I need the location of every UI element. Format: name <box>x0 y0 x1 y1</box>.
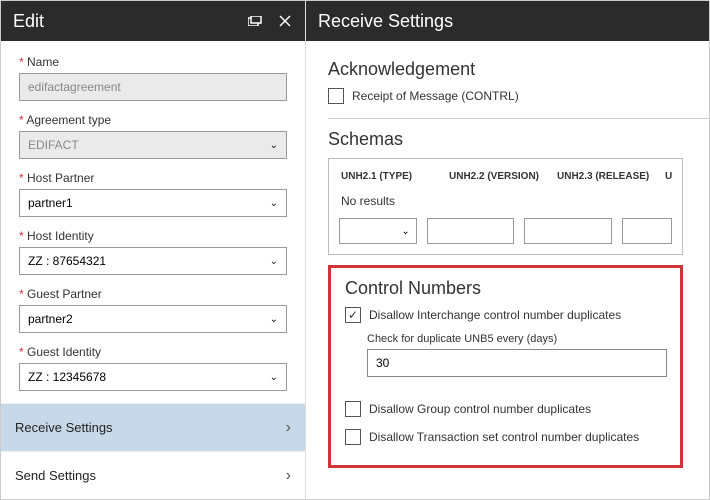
nav-send-settings[interactable]: Send Settings › <box>1 451 305 499</box>
chevron-down-icon: ⌄ <box>401 226 409 237</box>
disallow-interchange-label: Disallow Interchange control number dupl… <box>369 308 621 322</box>
close-icon[interactable] <box>277 13 293 29</box>
nav-receive-label: Receive Settings <box>15 420 113 435</box>
edit-title: Edit <box>13 11 44 32</box>
disallow-interchange-checkbox[interactable] <box>345 307 361 323</box>
ack-title: Acknowledgement <box>328 59 709 80</box>
host-partner-label: Host Partner <box>19 171 287 185</box>
host-identity-select[interactable]: ZZ : 87654321 ⌄ <box>19 247 287 275</box>
receive-title: Receive Settings <box>318 11 453 32</box>
disallow-transaction-label: Disallow Transaction set control number … <box>369 430 639 444</box>
name-value: edifactagreement <box>28 80 121 94</box>
chevron-down-icon: ⌄ <box>270 372 278 383</box>
chevron-down-icon: ⌄ <box>270 314 278 325</box>
chevron-down-icon: ⌄ <box>270 256 278 267</box>
receipt-checkbox[interactable] <box>328 88 344 104</box>
check-unb5-value: 30 <box>376 356 389 370</box>
receive-header: Receive Settings <box>306 1 709 41</box>
schemas-title: Schemas <box>328 129 709 150</box>
control-numbers-callout: Control Numbers Disallow Interchange con… <box>328 265 683 468</box>
guest-partner-value: partner2 <box>28 312 73 326</box>
control-title: Control Numbers <box>345 278 666 299</box>
col-unh22: UNH2.2 (VERSION) <box>449 171 539 182</box>
schema-release-input[interactable] <box>524 218 612 244</box>
col-unh21: UNH2.1 (TYPE) <box>341 171 431 182</box>
edit-header: Edit <box>1 1 305 41</box>
agreement-type-select: EDIFACT ⌄ <box>19 131 287 159</box>
check-unb5-input[interactable]: 30 <box>367 349 667 377</box>
divider <box>328 118 709 119</box>
disallow-transaction-checkbox[interactable] <box>345 429 361 445</box>
disallow-group-label: Disallow Group control number duplicates <box>369 402 591 416</box>
restore-icon[interactable] <box>247 13 263 29</box>
schemas-no-results: No results <box>339 192 672 218</box>
host-partner-select[interactable]: partner1 ⌄ <box>19 189 287 217</box>
col-unh25: UNH2.5 (AS <box>665 171 672 182</box>
col-unh23: UNH2.3 (RELEASE) <box>557 171 647 182</box>
receipt-label: Receipt of Message (CONTRL) <box>352 89 519 103</box>
host-identity-value: ZZ : 87654321 <box>28 254 106 268</box>
agreement-type-label: Agreement type <box>19 113 287 127</box>
schema-type-select[interactable]: ⌄ <box>339 218 417 244</box>
guest-partner-select[interactable]: partner2 ⌄ <box>19 305 287 333</box>
nav-receive-settings[interactable]: Receive Settings › <box>1 403 305 451</box>
name-input: edifactagreement <box>19 73 287 101</box>
host-identity-label: Host Identity <box>19 229 287 243</box>
agreement-type-value: EDIFACT <box>28 138 79 152</box>
guest-identity-label: Guest Identity <box>19 345 287 359</box>
schema-as-input[interactable] <box>622 218 672 244</box>
edit-panel: Edit Name edifactagreement Agreement typ… <box>1 1 306 499</box>
chevron-right-icon: › <box>286 419 291 437</box>
chevron-right-icon: › <box>286 467 291 485</box>
chevron-down-icon: ⌄ <box>270 198 278 209</box>
name-label: Name <box>19 55 287 69</box>
disallow-group-checkbox[interactable] <box>345 401 361 417</box>
receive-settings-panel: Receive Settings Acknowledgement Receipt… <box>306 1 709 499</box>
guest-identity-select[interactable]: ZZ : 12345678 ⌄ <box>19 363 287 391</box>
check-unb5-label: Check for duplicate UNB5 every (days) <box>367 333 666 345</box>
guest-identity-value: ZZ : 12345678 <box>28 370 106 384</box>
guest-partner-label: Guest Partner <box>19 287 287 301</box>
nav-send-label: Send Settings <box>15 468 96 483</box>
schema-version-input[interactable] <box>427 218 515 244</box>
host-partner-value: partner1 <box>28 196 73 210</box>
schemas-columns: UNH2.1 (TYPE) UNH2.2 (VERSION) UNH2.3 (R… <box>339 167 672 192</box>
chevron-down-icon: ⌄ <box>270 140 278 151</box>
schemas-table: UNH2.1 (TYPE) UNH2.2 (VERSION) UNH2.3 (R… <box>328 158 683 255</box>
